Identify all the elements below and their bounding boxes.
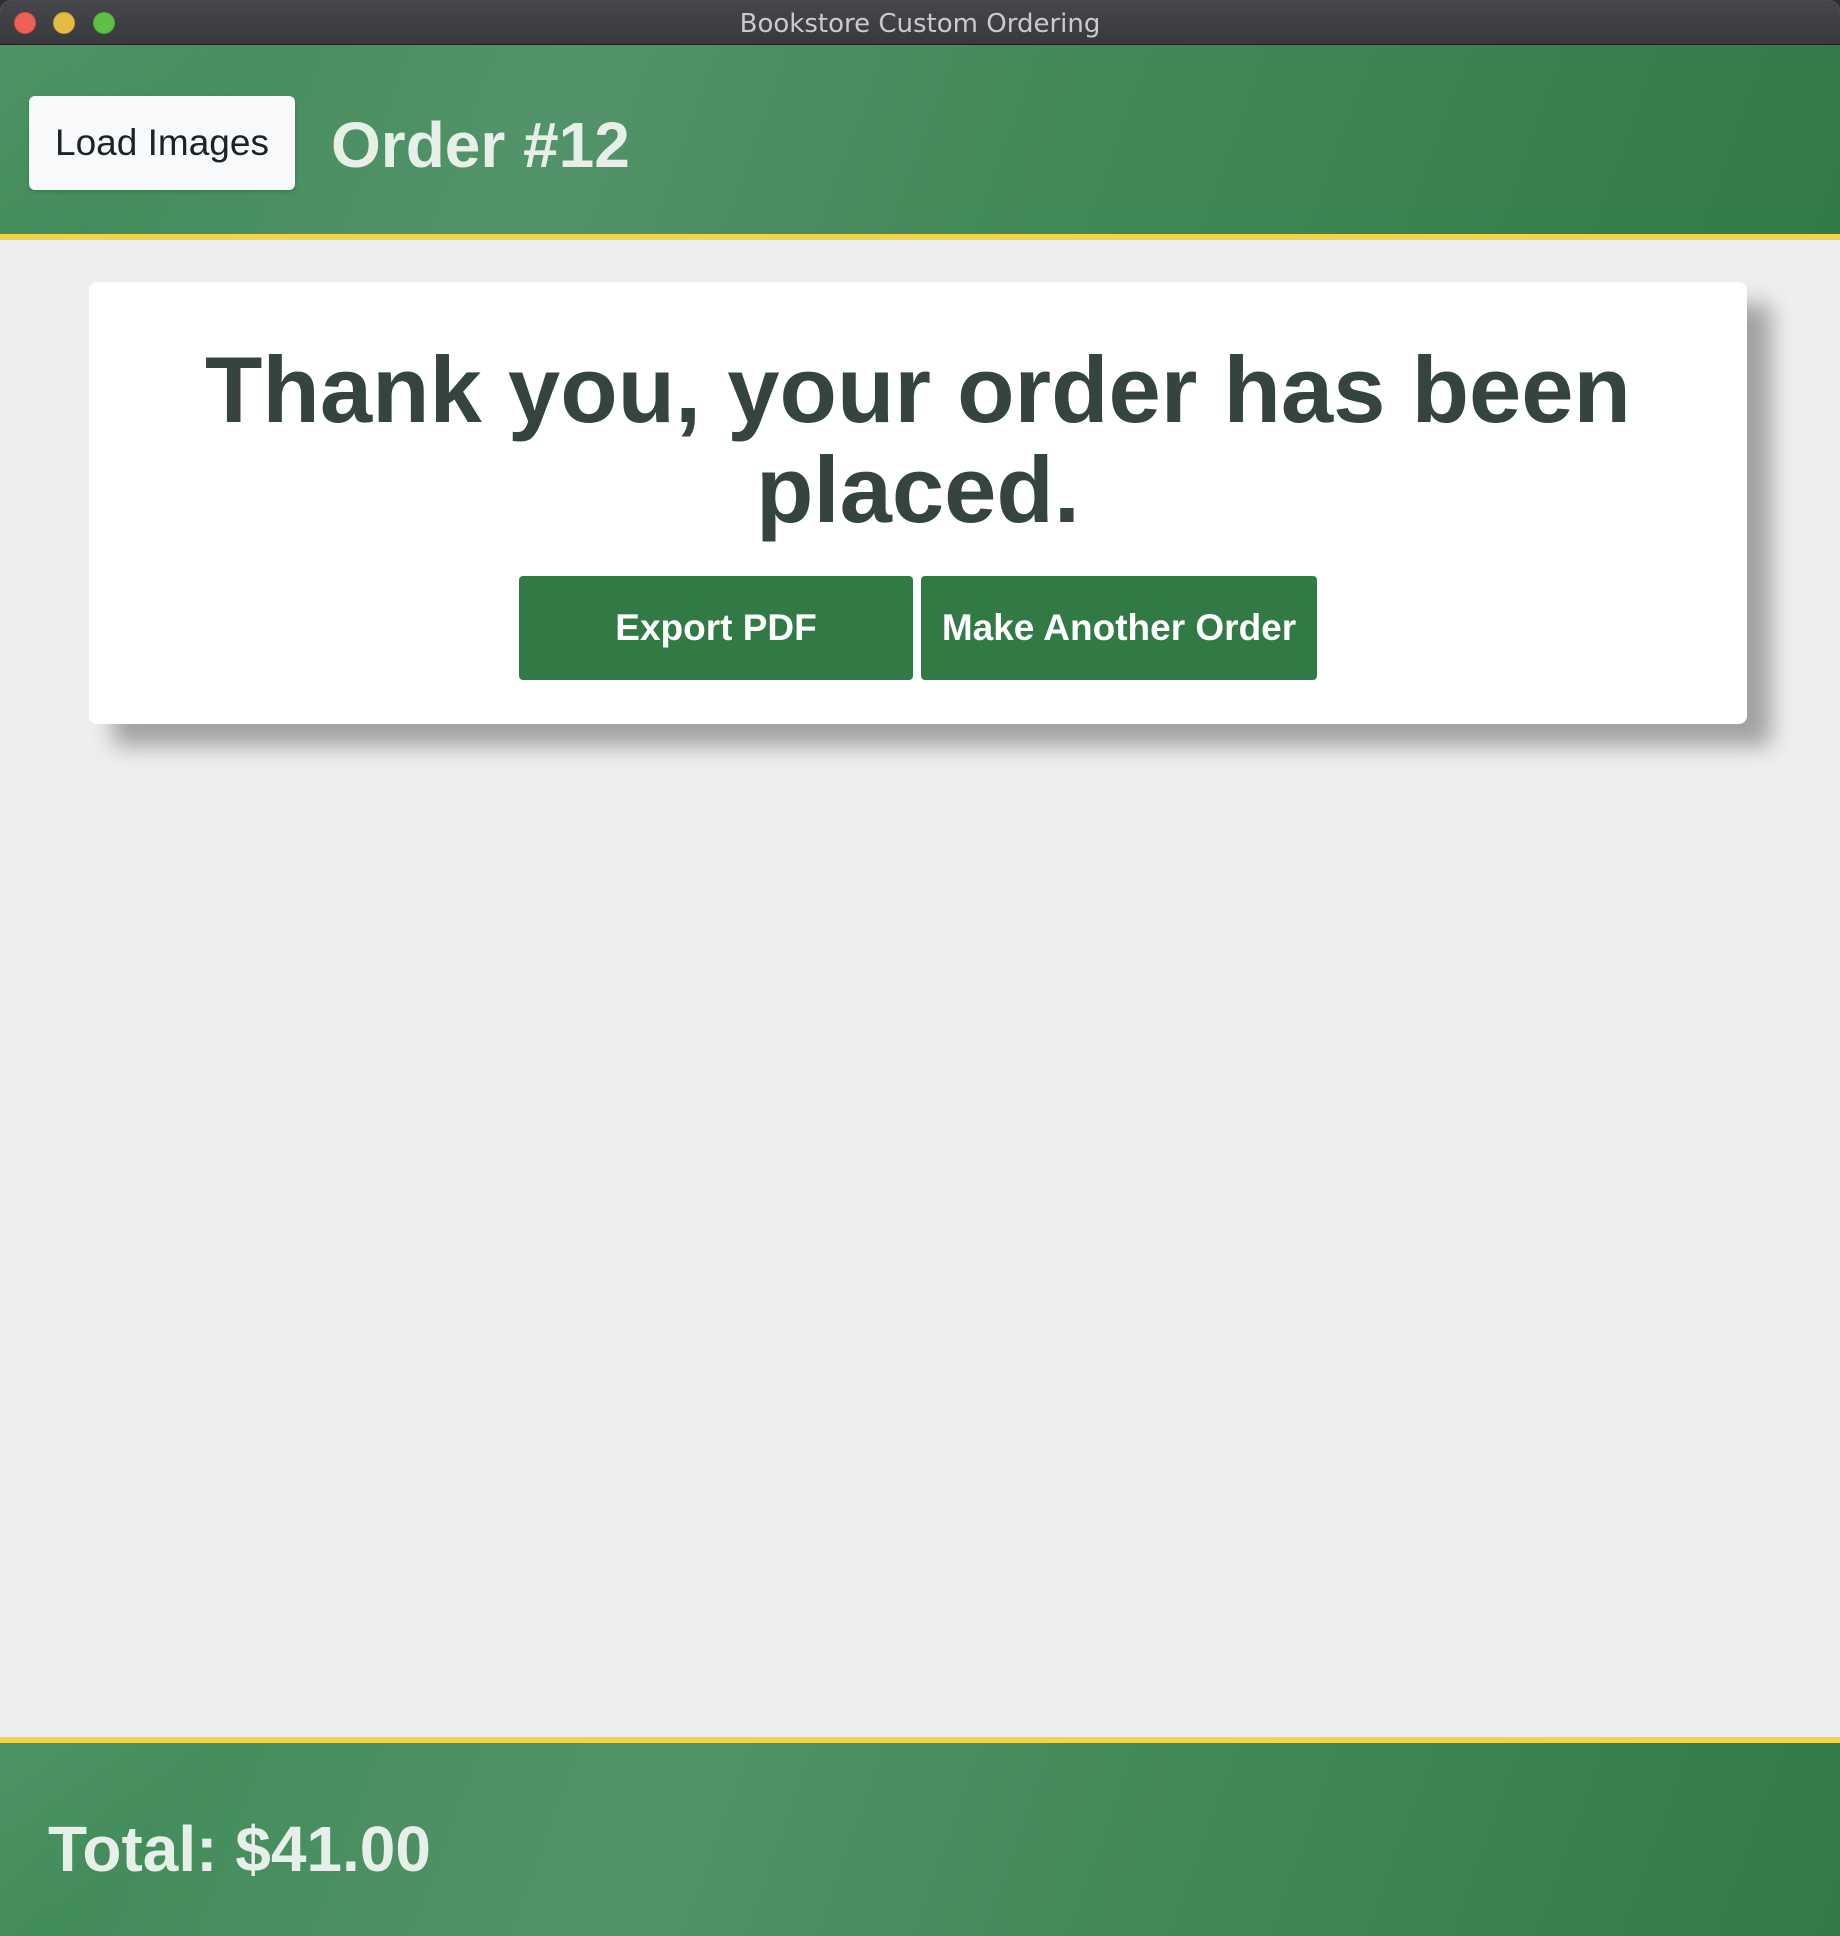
confirmation-card: Thank you, your order has been placed. E… [89,282,1747,724]
app-window: Bookstore Custom Ordering Load Images Or… [0,0,1840,1936]
confirmation-message: Thank you, your order has been placed. [205,337,1631,542]
export-pdf-button[interactable]: Export PDF [519,576,913,680]
order-title: Order #12 [331,109,630,181]
footer-bar: Total: $41.00 [0,1737,1840,1936]
window-title: Bookstore Custom Ordering [739,9,1101,39]
order-total: Total: $41.00 [48,1813,431,1885]
load-images-button[interactable]: Load Images [29,96,295,190]
make-another-order-button[interactable]: Make Another Order [921,576,1317,680]
header-bar: Load Images Order #12 [0,45,1840,240]
title-bar[interactable]: Bookstore Custom Ordering [0,0,1840,45]
